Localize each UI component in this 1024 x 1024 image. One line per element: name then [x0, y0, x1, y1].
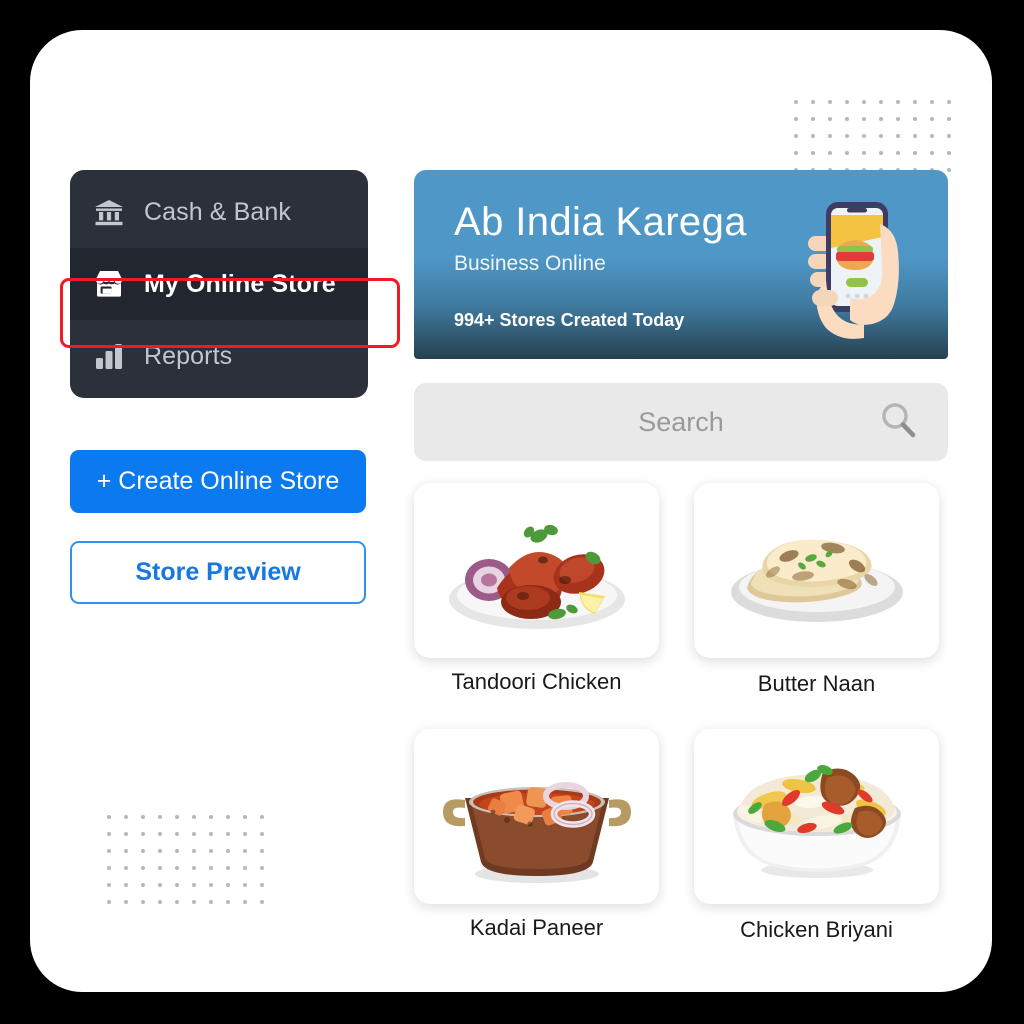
banner-subtitle: Business Online [454, 252, 606, 275]
sidebar-item-reports[interactable]: Reports [70, 320, 368, 392]
app-panel: Cash & Bank My Online Store Reports + Cr… [30, 30, 992, 992]
sidebar-item-label: Reports [144, 341, 233, 370]
product-item: Butter Naan [694, 483, 939, 697]
sidebar: Cash & Bank My Online Store Reports + Cr… [60, 170, 400, 604]
product-item: Tandoori Chicken [414, 483, 659, 697]
product-item: Kadai Paneer [414, 729, 659, 943]
search-icon[interactable] [878, 400, 918, 445]
product-grid: Tandoori Chicken Butter Naan Kadai Panee… [414, 483, 948, 943]
store-preview-button[interactable]: Store Preview [70, 541, 366, 604]
tandoori-chicken-photo[interactable] [414, 483, 659, 658]
chicken-briyani-photo[interactable] [694, 729, 939, 904]
create-online-store-button[interactable]: + Create Online Store [70, 450, 366, 513]
search-input[interactable] [414, 383, 948, 461]
banner-stat-text: 994+ Stores Created Today [454, 310, 685, 330]
dot-grid-decoration-bottom-left [100, 808, 270, 910]
bank-icon [92, 195, 126, 229]
hand-holding-phone-with-burger-icon [802, 184, 932, 344]
promo-banner[interactable]: Ab India Karega Business Online 994+ Sto… [414, 170, 948, 359]
search-bar[interactable] [414, 383, 948, 461]
product-label: Butter Naan [757, 671, 876, 696]
butter-naan-photo[interactable] [694, 483, 939, 658]
product-label: Chicken Briyani [740, 917, 893, 942]
dot-grid-decoration-top-right [787, 93, 957, 178]
bar-chart-icon [92, 339, 126, 373]
sidebar-item-label: Cash & Bank [144, 197, 292, 226]
store-icon [92, 267, 126, 301]
sidebar-item-cash-and-bank[interactable]: Cash & Bank [70, 176, 368, 248]
sidebar-item-label: My Online Store [144, 269, 336, 298]
banner-title: Ab India Karega [454, 200, 747, 244]
product-label: Tandoori Chicken [451, 669, 622, 694]
kadai-paneer-photo[interactable] [414, 729, 659, 904]
main-content: Ab India Karega Business Online 994+ Sto… [414, 170, 948, 943]
sidebar-item-my-online-store[interactable]: My Online Store [70, 248, 368, 320]
product-label: Kadai Paneer [469, 915, 604, 940]
product-item: Chicken Briyani [694, 729, 939, 943]
sidebar-nav-list: Cash & Bank My Online Store Reports [60, 170, 400, 398]
